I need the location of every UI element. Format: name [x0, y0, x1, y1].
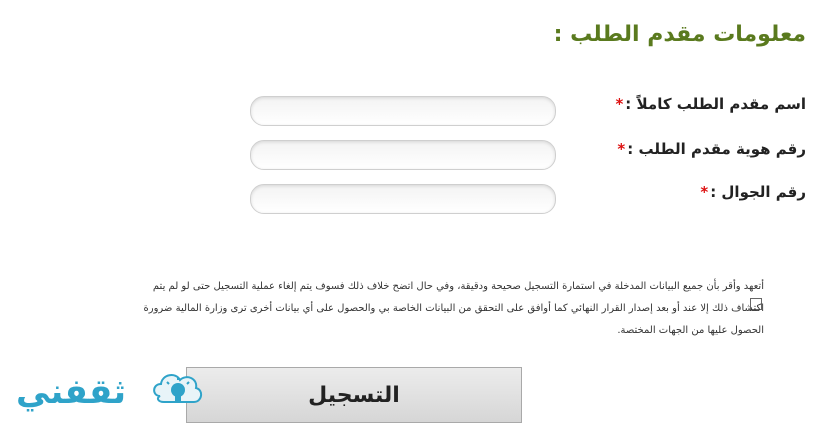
section-title: معلومات مقدم الطلب : [553, 22, 806, 47]
agreement-line-3: الحصول عليها من الجهات المختصة. [617, 325, 764, 336]
id-number-label-text: رقم هوية مقدم الطلب : [627, 140, 806, 158]
id-number-input[interactable] [250, 140, 556, 170]
agreement-line-1: أتعهد وأقر بأن جميع البيانات المدخلة في … [152, 281, 764, 292]
required-mark: * [615, 95, 624, 113]
mobile-label: رقم الجوال :* [700, 183, 806, 201]
required-mark: * [700, 183, 709, 201]
mobile-input[interactable] [250, 184, 556, 214]
logo-text: ثقفني [16, 372, 126, 412]
lightbulb-icon [153, 374, 202, 403]
agreement-line-2: اكتشاف ذلك إلا عند أو بعد إصدار القرار ا… [143, 303, 764, 314]
register-button[interactable]: التسجيل [186, 367, 522, 423]
full-name-label: اسم مقدم الطلب كاملاً :* [615, 95, 806, 113]
mobile-label-text: رقم الجوال : [710, 183, 806, 201]
full-name-label-text: اسم مقدم الطلب كاملاً : [625, 95, 806, 113]
required-mark: * [617, 140, 626, 158]
agreement-text: أتعهد وأقر بأن جميع البيانات المدخلة في … [16, 276, 764, 342]
site-logo: ثقفني [10, 362, 210, 422]
full-name-input[interactable] [250, 96, 556, 126]
id-number-label: رقم هوية مقدم الطلب :* [617, 140, 806, 158]
